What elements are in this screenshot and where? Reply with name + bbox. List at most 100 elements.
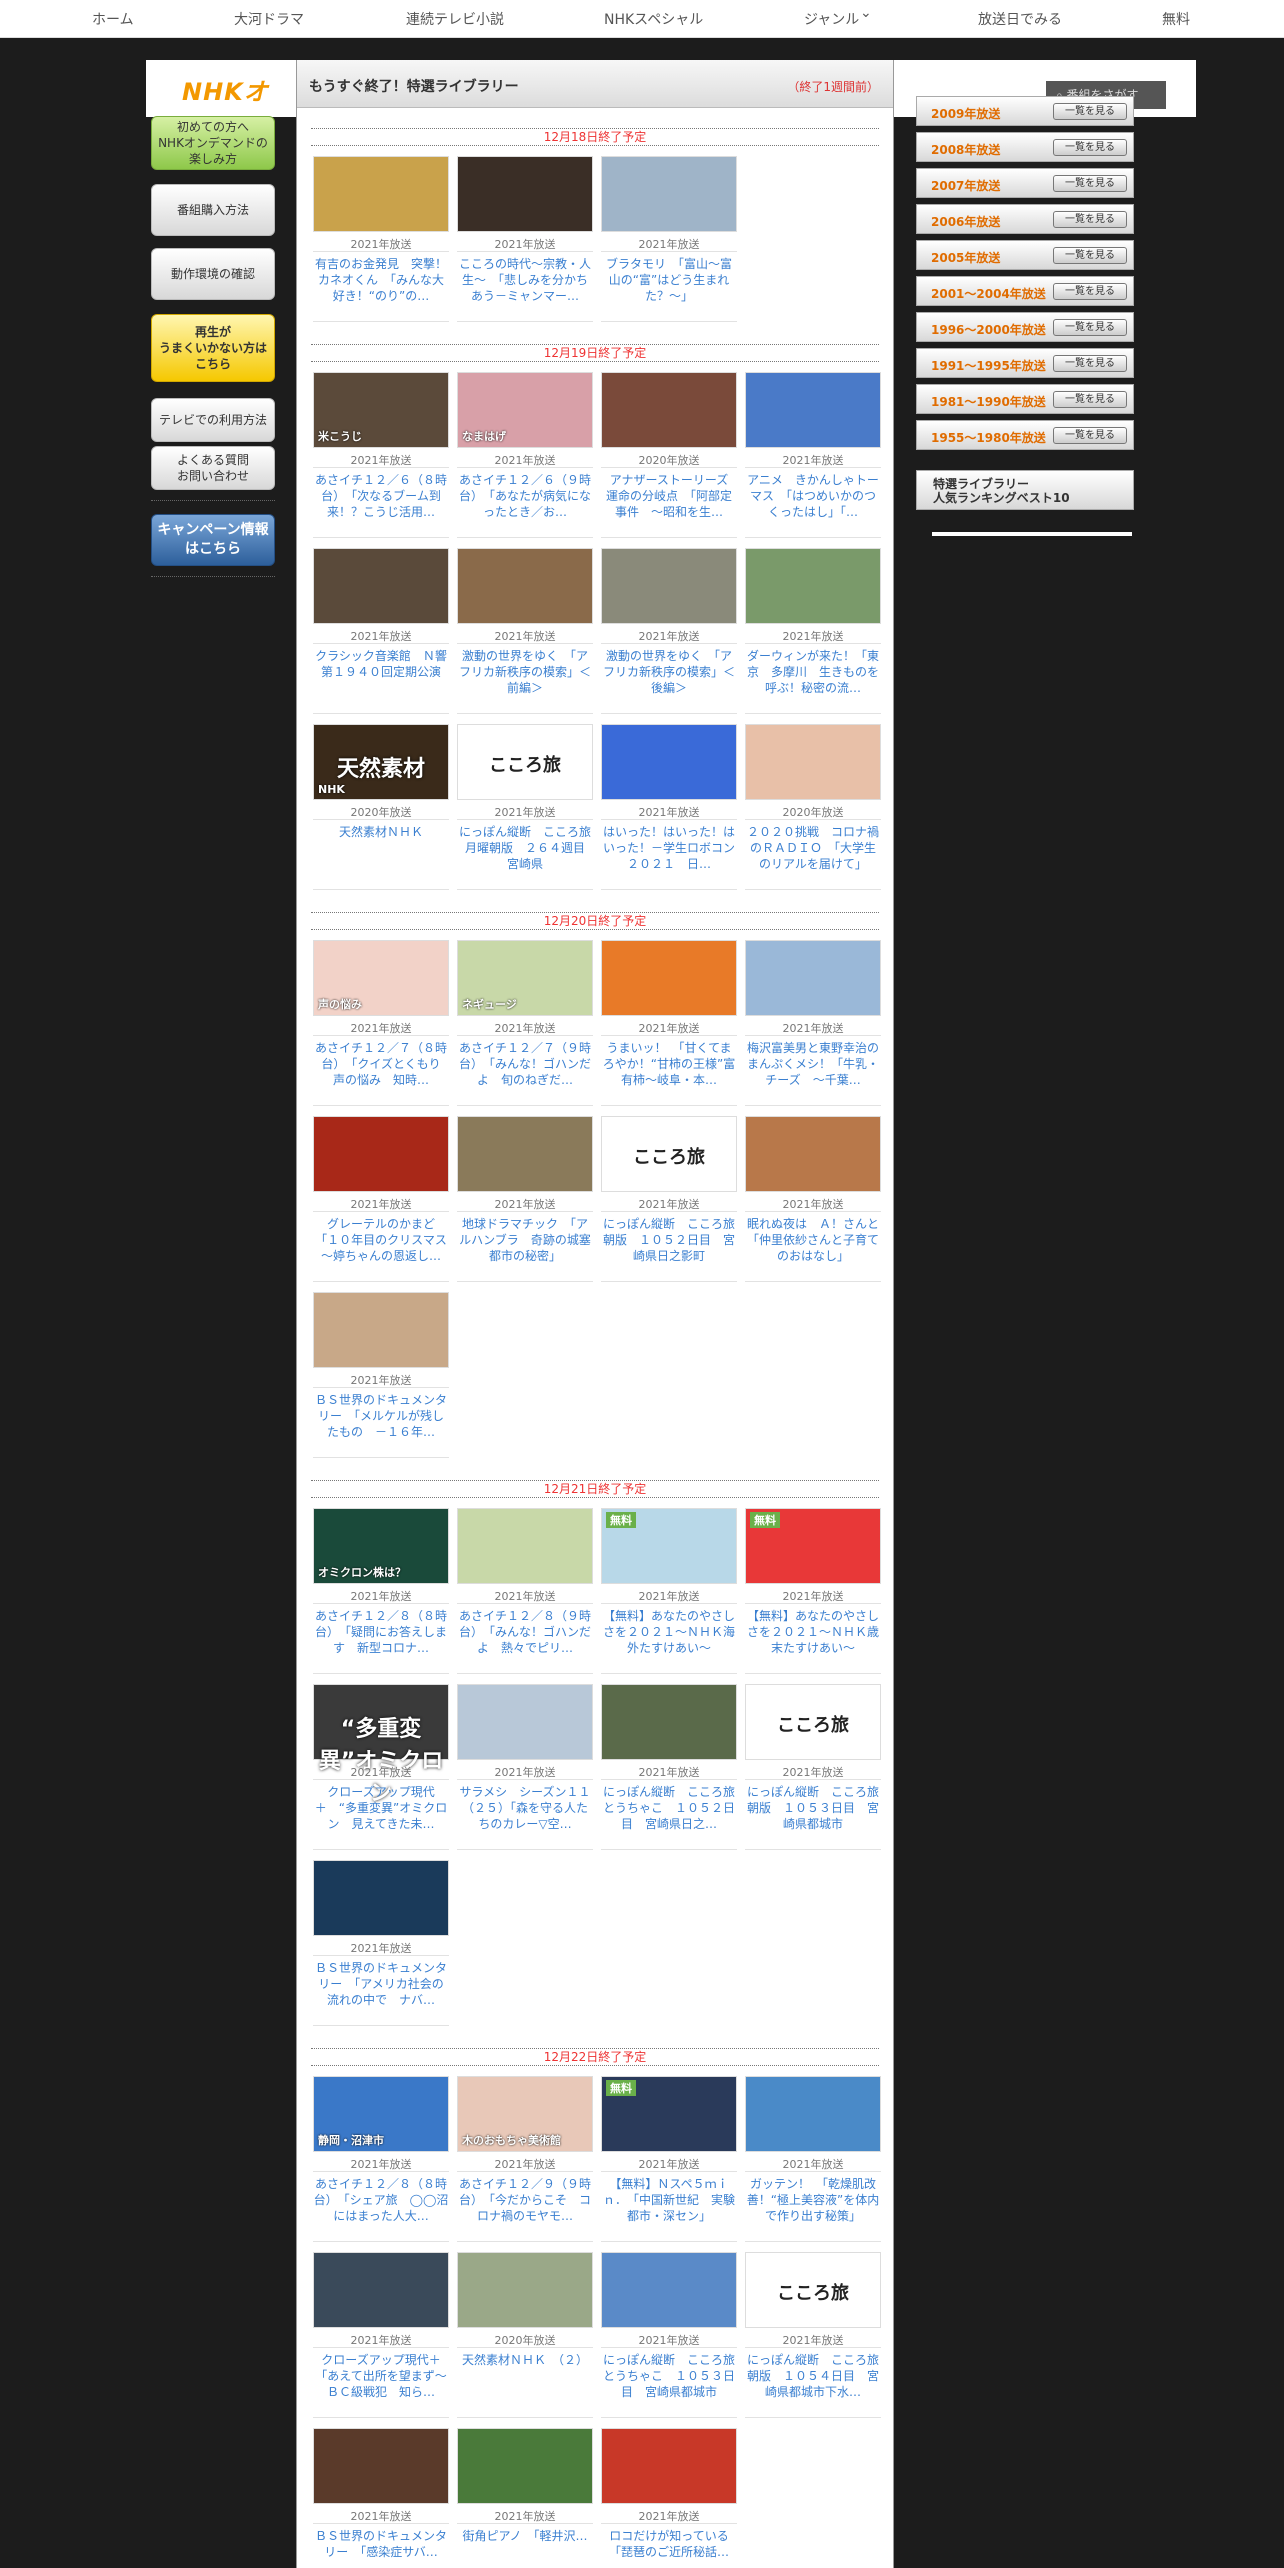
- program-card[interactable]: 2021年放送 地球ドラマチック 「アルハンブラ 奇跡の城塞都市の秘密」: [457, 1116, 593, 1282]
- program-title-link[interactable]: ＢＳ世界のドキュメンタリー 「アメリカ社会の流れの中で ナバ…: [313, 1960, 449, 2008]
- program-thumbnail[interactable]: 天然素材 NHK: [313, 724, 449, 800]
- program-card[interactable]: “多重変異”オミクロン 2021年放送 クローズアップ現代＋ “多重変異”オミクロン…: [313, 1684, 449, 1850]
- program-title-link[interactable]: ダーウィンが来た！「東京 多摩川 生きものを呼ぶ！秘密の流…: [745, 648, 881, 696]
- program-title-link[interactable]: あさイチ１２／６（８時台） 「次なるブーム到来！？こうじ活用…: [313, 472, 449, 520]
- year-filter-row[interactable]: 1955～1980年放送 一覧を見る: [916, 420, 1134, 450]
- program-title-link[interactable]: グレーテルのかまど 「１０年目のクリスマス～婷ちゃんの恩返し…: [313, 1216, 449, 1264]
- left-menu-button[interactable]: 動作環境の確認: [151, 248, 275, 300]
- program-thumbnail[interactable]: オミクロン株は？: [313, 1508, 449, 1584]
- year-filter-row[interactable]: 1981～1990年放送 一覧を見る: [916, 384, 1134, 414]
- program-thumbnail[interactable]: [601, 2428, 737, 2504]
- program-card[interactable]: 2021年放送 こころの時代～宗教・人生～ 「悲しみを分かちあう－ミャンマー…: [457, 156, 593, 322]
- program-card[interactable]: 2021年放送 眠れぬ夜は Ａ！さんと 「仲里依紗さんと子育てのおはなし」: [745, 1116, 891, 1282]
- program-title-link[interactable]: クローズアップ現代＋ 「あえて出所を望まず～ＢＣ級戦犯 知ら…: [313, 2352, 452, 2400]
- program-card[interactable]: 2021年放送 ＢＳ世界のドキュメンタリー 「アメリカ社会の流れの中で ナバ…: [313, 1860, 449, 2026]
- program-card[interactable]: 2021年放送 有吉のお金発見 突撃！カネオくん 「みんな大好き！“のり”の…: [313, 156, 449, 322]
- program-title-link[interactable]: にっぽん縦断 こころ旅 とうちゃこ １０５２日目 宮崎県日之…: [601, 1784, 747, 1832]
- year-filter-row[interactable]: 1991～1995年放送 一覧を見る: [916, 348, 1134, 378]
- program-title-link[interactable]: あさイチ１２／９（９時台） 「今だからこそ コロナ禍のモヤモ…: [457, 2176, 593, 2224]
- program-thumbnail[interactable]: [601, 156, 737, 232]
- program-thumbnail[interactable]: [601, 372, 737, 448]
- program-thumbnail[interactable]: [745, 548, 881, 624]
- program-card[interactable]: 2021年放送 激動の世界をゆく 「アフリカ新秩序の模索」＜後編＞: [601, 548, 737, 714]
- year-filter-row[interactable]: 1996～2000年放送 一覧を見る: [916, 312, 1134, 342]
- program-thumbnail[interactable]: [601, 940, 737, 1016]
- program-thumbnail[interactable]: [745, 940, 881, 1016]
- program-card[interactable]: こころ旅 2021年放送 にっぽん縦断 こころ旅 朝版 １０５３日目 宮崎県都城市: [745, 1684, 891, 1850]
- program-card[interactable]: 声の悩み 2021年放送 あさイチ１２／７（８時台） 「クイズとくもり 声の悩み 知…: [313, 940, 453, 1106]
- view-list-button[interactable]: 一覧を見る: [1053, 427, 1127, 444]
- program-thumbnail[interactable]: こころ旅: [601, 1116, 737, 1192]
- program-title-link[interactable]: あさイチ１２／７（９時台） 「みんな！ゴハンだよ 旬のねぎだ…: [457, 1040, 593, 1088]
- year-filter-row[interactable]: 2007年放送 一覧を見る: [916, 168, 1134, 198]
- year-filter-row[interactable]: 2001～2004年放送 一覧を見る: [916, 276, 1134, 306]
- program-card[interactable]: オミクロン株は？ 2021年放送 あさイチ１２／８（８時台） 「疑問にお答えします …: [313, 1508, 449, 1674]
- topnav-item[interactable]: 無料: [1162, 9, 1190, 29]
- view-list-button[interactable]: 一覧を見る: [1053, 391, 1127, 408]
- program-thumbnail[interactable]: [601, 548, 737, 624]
- program-thumbnail[interactable]: [313, 2428, 449, 2504]
- program-card[interactable]: 米こうじ 2021年放送 あさイチ１２／６（８時台） 「次なるブーム到来！？こうじ活…: [313, 372, 449, 538]
- program-title-link[interactable]: ＢＳ世界のドキュメンタリー 「メルケルが残したもの －１６年…: [313, 1392, 449, 1440]
- program-card[interactable]: 2021年放送 クラシック音楽館 Ｎ響第１９４０回定期公演: [313, 548, 449, 714]
- program-card[interactable]: なまはげ 2021年放送 あさイチ１２／６（９時台） 「あなたが病気になったとき／お…: [457, 372, 593, 538]
- program-card[interactable]: 2021年放送 にっぽん縦断 こころ旅 とうちゃこ １０５２日目 宮崎県日之…: [601, 1684, 747, 1850]
- year-filter-row[interactable]: 2006年放送 一覧を見る: [916, 204, 1134, 234]
- program-thumbnail[interactable]: [457, 2252, 593, 2328]
- program-card[interactable]: 2021年放送 ガッテン！ 「乾燥肌改善！“極上美容液”を体内で作り出す秘策」: [745, 2076, 881, 2242]
- program-card[interactable]: 2021年放送 あさイチ１２／８（９時台） 「みんな！ゴハンだよ 熱々でピリ…: [457, 1508, 593, 1674]
- program-card[interactable]: こころ旅 2021年放送 にっぽん縦断 こころ旅 月曜朝版 ２６４週目 宮崎県: [457, 724, 603, 890]
- view-list-button[interactable]: 一覧を見る: [1053, 355, 1127, 372]
- program-thumbnail[interactable]: [457, 1684, 593, 1760]
- program-card[interactable]: 2021年放送 クローズアップ現代＋ 「あえて出所を望まず～ＢＣ級戦犯 知ら…: [313, 2252, 453, 2418]
- program-thumbnail[interactable]: [313, 1292, 449, 1368]
- program-card[interactable]: 木のおもちゃ美術館 2021年放送 あさイチ１２／９（９時台） 「今だからこそ コロ…: [457, 2076, 593, 2242]
- program-title-link[interactable]: 天然素材ＮＨＫ: [313, 824, 449, 840]
- program-thumbnail[interactable]: [745, 2076, 881, 2152]
- program-card[interactable]: 2021年放送 うまいッ！ 「甘くてまろやか！“甘柿の王様”富有柿～岐阜・本…: [601, 940, 737, 1106]
- program-card[interactable]: 天然素材 NHK 2020年放送 天然素材ＮＨＫ: [313, 724, 449, 890]
- topnav-item[interactable]: 放送日でみる: [978, 9, 1062, 29]
- program-thumbnail[interactable]: 声の悩み: [313, 940, 449, 1016]
- program-thumbnail[interactable]: [601, 724, 737, 800]
- program-thumbnail[interactable]: なまはげ: [457, 372, 593, 448]
- program-thumbnail[interactable]: 無料: [745, 1508, 881, 1584]
- program-title-link[interactable]: ガッテン！ 「乾燥肌改善！“極上美容液”を体内で作り出す秘策」: [745, 2176, 881, 2224]
- program-thumbnail[interactable]: [457, 1116, 593, 1192]
- program-thumbnail[interactable]: [745, 724, 881, 800]
- program-title-link[interactable]: あさイチ１２／７（８時台） 「クイズとくもり 声の悩み 知時…: [313, 1040, 453, 1088]
- program-thumbnail[interactable]: [457, 548, 593, 624]
- program-title-link[interactable]: クローズアップ現代＋ “多重変異”オミクロン 見えてきた未…: [313, 1784, 449, 1832]
- topnav-item[interactable]: NHKスペシャル: [604, 9, 703, 29]
- program-title-link[interactable]: ２０２０挑戦 コロナ禍のＲＡＤＩＯ 「大学生のリアルを届けて」: [745, 824, 881, 872]
- ranking-button[interactable]: 特選ライブラリー 人気ランキングベスト10: [916, 470, 1134, 510]
- year-filter-row[interactable]: 2008年放送 一覧を見る: [916, 132, 1134, 162]
- left-menu-button[interactable]: テレビでの利用方法: [151, 398, 275, 442]
- program-title-link[interactable]: あさイチ１２／８（８時台） 「疑問にお答えします 新型コロナ…: [313, 1608, 449, 1656]
- program-thumbnail[interactable]: [313, 1860, 449, 1936]
- program-title-link[interactable]: こころの時代～宗教・人生～ 「悲しみを分かちあう－ミャンマー…: [457, 256, 593, 304]
- left-menu-button[interactable]: 再生が うまくいかない方は こちら: [151, 314, 275, 382]
- program-thumbnail[interactable]: [313, 2252, 449, 2328]
- program-title-link[interactable]: あさイチ１２／８（８時台） 「シェア旅 ◯◯沼にはまった人大…: [313, 2176, 449, 2224]
- program-thumbnail[interactable]: [313, 548, 449, 624]
- topnav-item[interactable]: 大河ドラマ: [234, 9, 304, 29]
- program-card[interactable]: 2021年放送 街角ピアノ 「軽井沢…: [457, 2428, 593, 2568]
- program-card[interactable]: 2021年放送 にっぽん縦断 こころ旅 とうちゃこ １０５３日目 宮崎県都城市: [601, 2252, 747, 2418]
- program-card[interactable]: 2020年放送 アナザーストーリーズ 運命の分岐点 「阿部定事件 ～昭和を生…: [601, 372, 740, 538]
- program-title-link[interactable]: 眠れぬ夜は Ａ！さんと 「仲里依紗さんと子育てのおはなし」: [745, 1216, 891, 1264]
- program-title-link[interactable]: 有吉のお金発見 突撃！カネオくん 「みんな大好き！“のり”の…: [313, 256, 449, 304]
- left-menu-button[interactable]: よくある質問 お問い合わせ: [151, 446, 275, 490]
- program-title-link[interactable]: にっぽん縦断 こころ旅 朝版 １０５４日目 宮崎県都城市下水…: [745, 2352, 891, 2400]
- program-card[interactable]: こころ旅 2021年放送 にっぽん縦断 こころ旅 朝版 １０５２日目 宮崎県日之影町: [601, 1116, 747, 1282]
- program-thumbnail[interactable]: 木のおもちゃ美術館: [457, 2076, 593, 2152]
- view-list-button[interactable]: 一覧を見る: [1053, 175, 1127, 192]
- program-card[interactable]: 2020年放送 天然素材ＮＨＫ （２）: [457, 2252, 593, 2418]
- view-list-button[interactable]: 一覧を見る: [1053, 103, 1127, 120]
- program-thumbnail[interactable]: [457, 156, 593, 232]
- program-thumbnail[interactable]: 静岡・沼津市: [313, 2076, 449, 2152]
- program-card[interactable]: 2021年放送 ＢＳ世界のドキュメンタリー 「メルケルが残したもの －１６年…: [313, 1292, 449, 1458]
- program-thumbnail[interactable]: 米こうじ: [313, 372, 449, 448]
- view-list-button[interactable]: 一覧を見る: [1053, 211, 1127, 228]
- program-thumbnail[interactable]: [313, 1116, 449, 1192]
